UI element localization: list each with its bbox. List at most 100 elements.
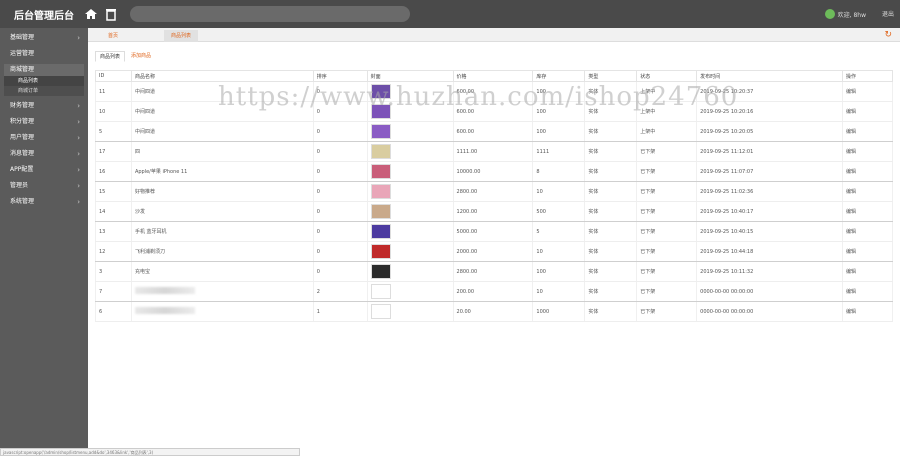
col-time[interactable]: 发布时间: [696, 70, 843, 82]
col-stock[interactable]: 库存: [532, 70, 586, 82]
user-info[interactable]: 欢迎, 8hw: [824, 9, 866, 19]
sidebar-item-app-config[interactable]: APP配置 ›: [4, 164, 84, 176]
col-sort[interactable]: 排序: [312, 70, 368, 82]
sidebar: 基础管理 › 运营管理 商城管理 商品列表 商城订单 财务管理 › 积分管理 › 用户…: [0, 28, 88, 456]
table-row: 15 好物推荐 0 2800.00 10 实体 已下架 2019-09-25 11:02:36…: [95, 181, 893, 202]
sidebar-item-admins[interactable]: 管理员 ›: [4, 180, 84, 192]
cell-time: 2019-09-25 11:07:07: [696, 161, 843, 182]
cell-sort: 0: [312, 121, 368, 142]
cell-stock: 8: [532, 161, 586, 182]
product-thumbnail[interactable]: [370, 144, 391, 159]
cell-price: 2800.00: [452, 181, 534, 202]
product-thumbnail[interactable]: [370, 244, 391, 259]
cell-name: 中间四道: [130, 121, 314, 142]
cell-time: 0000-00-00 00:00:00: [696, 281, 843, 302]
edit-link[interactable]: 编辑: [842, 261, 893, 282]
cell-time: 2019-09-25 10:20:16: [696, 101, 843, 122]
cell-status: 已下架: [636, 201, 698, 222]
trash-icon[interactable]: [104, 7, 118, 21]
blurred-name: [134, 287, 195, 294]
sidebar-item-users[interactable]: 用户管理 ›: [4, 132, 84, 144]
product-thumbnail[interactable]: [370, 184, 391, 199]
table-header-row: ID 商品名称 排序 封面 价格 库存 类型 状态 发布时间 操作: [95, 70, 893, 82]
search-input[interactable]: [130, 6, 410, 22]
cell-sort: 0: [312, 181, 368, 202]
col-name[interactable]: 商品名称: [130, 70, 314, 82]
sidebar-item-system[interactable]: 系统管理 ›: [4, 196, 84, 208]
product-thumbnail[interactable]: [370, 204, 391, 219]
cell-id: 12: [95, 241, 132, 262]
status-bar-url: javascript:openapp('/admin/shop/listmenu…: [0, 448, 300, 456]
cell-type: 实体: [584, 301, 638, 322]
col-id[interactable]: ID: [95, 70, 132, 82]
cell-sort: 0: [312, 221, 368, 242]
cell-name: 四: [130, 141, 314, 162]
sidebar-item-mall[interactable]: 商城管理: [4, 64, 84, 76]
table-row: 7 2 200.00 10 实体 已下架 0000-00-00 00:00:00 编辑: [95, 281, 893, 302]
edit-link[interactable]: 编辑: [842, 161, 893, 182]
col-type[interactable]: 类型: [584, 70, 638, 82]
table-row: 6 1 20.00 1000 实体 已下架 0000-00-00 00:00:00 编辑: [95, 301, 893, 322]
edit-link[interactable]: 编辑: [842, 181, 893, 202]
cell-cover: [366, 81, 454, 102]
tab-home[interactable]: 首页: [98, 30, 128, 42]
cell-price: 200.00: [452, 281, 534, 302]
cell-stock: 100: [532, 261, 586, 282]
cell-status: 上架中: [636, 81, 698, 102]
sidebar-item-finance[interactable]: 财务管理 ›: [4, 100, 84, 112]
col-cover: 封面: [366, 70, 454, 82]
product-thumbnail[interactable]: [370, 84, 391, 99]
logout-link[interactable]: 退出: [882, 9, 894, 18]
cell-sort: 0: [312, 201, 368, 222]
cell-id: 13: [95, 221, 132, 242]
edit-link[interactable]: 编辑: [842, 221, 893, 242]
sidebar-item-basic[interactable]: 基础管理 ›: [4, 32, 84, 44]
cell-type: 实体: [584, 281, 638, 302]
edit-link[interactable]: 编辑: [842, 141, 893, 162]
table-row: 3 充电宝 0 2800.00 100 实体 已下架 2019-09-25 10:11:32 编…: [95, 261, 893, 282]
add-goods-link[interactable]: 添加商品: [127, 51, 155, 62]
cell-cover: [366, 261, 454, 282]
sidebar-subitem-goods-list[interactable]: 商品列表: [4, 76, 84, 86]
home-icon[interactable]: [84, 7, 98, 21]
product-thumbnail[interactable]: [370, 264, 391, 279]
cell-id: 17: [95, 141, 132, 162]
product-thumbnail[interactable]: [370, 224, 391, 239]
cell-stock: 10: [532, 241, 586, 262]
chevron-right-icon: ›: [77, 118, 80, 126]
col-price[interactable]: 价格: [452, 70, 534, 82]
tab-goods-list[interactable]: 商品列表: [164, 30, 198, 42]
subtab-goods-list[interactable]: 商品列表: [95, 51, 126, 62]
edit-link[interactable]: 编辑: [842, 301, 893, 322]
product-thumbnail[interactable]: [370, 124, 391, 139]
product-thumbnail[interactable]: [370, 304, 391, 319]
cell-name: 中间四道: [130, 101, 314, 122]
edit-link[interactable]: 编辑: [842, 101, 893, 122]
edit-link[interactable]: 编辑: [842, 201, 893, 222]
cell-status: 上架中: [636, 121, 698, 142]
cell-name: 中间四道: [130, 81, 314, 102]
col-status[interactable]: 状态: [636, 70, 698, 82]
product-thumbnail[interactable]: [370, 284, 391, 299]
cell-type: 实体: [584, 141, 638, 162]
refresh-icon[interactable]: ↻: [884, 30, 892, 40]
sidebar-subitem-orders[interactable]: 商城订单: [4, 86, 84, 96]
cell-name: [130, 301, 314, 322]
sidebar-item-operation[interactable]: 运营管理: [4, 48, 84, 60]
sidebar-item-points[interactable]: 积分管理 ›: [4, 116, 84, 128]
cell-name: 好物推荐: [130, 181, 314, 202]
cell-cover: [366, 101, 454, 122]
cell-price: 600.00: [452, 101, 534, 122]
cell-price: 600.00: [452, 81, 534, 102]
cell-name: 手机 蓝牙耳机: [130, 221, 314, 242]
cell-price: 600.00: [452, 121, 534, 142]
product-thumbnail[interactable]: [370, 164, 391, 179]
edit-link[interactable]: 编辑: [842, 241, 893, 262]
edit-link[interactable]: 编辑: [842, 81, 893, 102]
edit-link[interactable]: 编辑: [842, 281, 893, 302]
cell-name: 充电宝: [130, 261, 314, 282]
product-thumbnail[interactable]: [370, 104, 391, 119]
edit-link[interactable]: 编辑: [842, 121, 893, 142]
sidebar-item-messages[interactable]: 消息管理 ›: [4, 148, 84, 160]
cell-name: 沙发: [130, 201, 314, 222]
